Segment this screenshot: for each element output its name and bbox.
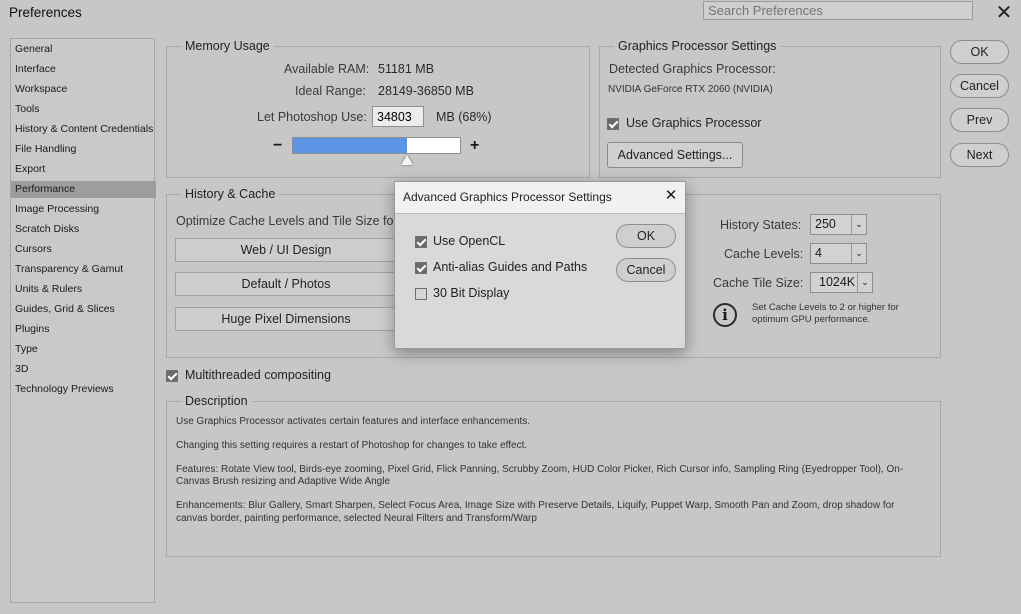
memory-slider-track[interactable]: [292, 137, 461, 154]
gpu-name: NVIDIA GeForce RTX 2060 (NVIDIA): [608, 84, 773, 95]
optimize-cache-label: Optimize Cache Levels and Tile Size for: [176, 214, 398, 228]
sidebar-item-workspace[interactable]: Workspace: [11, 81, 156, 98]
sidebar-item-interface[interactable]: Interface: [11, 61, 156, 78]
memory-slider-thumb[interactable]: [401, 155, 413, 165]
description-para-3b: Canvas Brush resizing and Adaptive Wide …: [176, 476, 391, 487]
category-sidebar: General Interface Workspace Tools Histor…: [10, 38, 156, 603]
close-icon[interactable]: ✕: [993, 2, 1015, 24]
memory-usage-title: Memory Usage: [181, 39, 274, 53]
cancel-button[interactable]: Cancel: [950, 74, 1009, 98]
anti-alias-guides-checkbox[interactable]: [415, 262, 427, 274]
sidebar-item-tools[interactable]: Tools: [11, 101, 156, 118]
next-button[interactable]: Next: [950, 143, 1009, 167]
use-opencl-checkbox[interactable]: [415, 236, 427, 248]
search-input[interactable]: [703, 1, 973, 20]
sidebar-item-units-rulers[interactable]: Units & Rulers: [11, 281, 156, 298]
sidebar-item-image-processing[interactable]: Image Processing: [11, 201, 156, 218]
available-ram-value: 51181 MB: [378, 62, 435, 76]
ideal-range-label: Ideal Range:: [295, 84, 366, 98]
cache-tile-size-dropdown[interactable]: 1024K ⌄: [810, 272, 873, 293]
description-para-2: Changing this setting requires a restart…: [176, 440, 528, 451]
web-ui-design-button[interactable]: Web / UI Design: [175, 238, 397, 262]
history-cache-title: History & Cache: [181, 187, 280, 201]
default-photos-button[interactable]: Default / Photos: [175, 272, 397, 296]
dialog-title: Advanced Graphics Processor Settings: [403, 190, 612, 204]
cache-info-line2: optimum GPU performance.: [752, 314, 871, 325]
multithreaded-compositing-label: Multithreaded compositing: [185, 368, 331, 382]
description-para-4b: canvas border, painting performance, sel…: [176, 513, 537, 524]
sidebar-item-export[interactable]: Export: [11, 161, 156, 178]
description-para-1: Use Graphics Processor activates certain…: [176, 416, 531, 427]
history-states-label: History States:: [720, 218, 802, 232]
advanced-settings-button[interactable]: Advanced Settings...: [607, 142, 743, 168]
thirty-bit-display-checkbox[interactable]: [415, 288, 427, 300]
use-opencl-label: Use OpenCL: [433, 234, 506, 248]
cache-tile-size-value: 1024K: [819, 275, 856, 289]
memory-slider-fill: [293, 138, 407, 153]
cache-levels-label: Cache Levels:: [724, 247, 804, 261]
dialog-close-icon[interactable]: ✕: [661, 186, 681, 206]
sidebar-item-3d[interactable]: 3D: [11, 361, 156, 378]
description-title: Description: [181, 394, 252, 408]
sidebar-item-technology-previews[interactable]: Technology Previews: [11, 381, 156, 398]
cache-levels-value: 4: [815, 246, 822, 260]
ok-button[interactable]: OK: [950, 40, 1009, 64]
chevron-down-icon: ⌄: [851, 244, 866, 263]
window-title: Preferences: [9, 5, 82, 20]
sidebar-item-scratch-disks[interactable]: Scratch Disks: [11, 221, 156, 238]
history-states-dropdown[interactable]: 250 ⌄: [810, 214, 867, 235]
sidebar-item-plugins[interactable]: Plugins: [11, 321, 156, 338]
dialog-cancel-button[interactable]: Cancel: [616, 258, 676, 282]
sidebar-item-general[interactable]: General: [11, 41, 156, 58]
detected-gpu-label: Detected Graphics Processor:: [609, 62, 776, 76]
sidebar-item-type[interactable]: Type: [11, 341, 156, 358]
description-para-4a: Enhancements: Blur Gallery, Smart Sharpe…: [176, 500, 895, 511]
use-gpu-label: Use Graphics Processor: [626, 116, 762, 130]
advanced-gpu-settings-dialog: Advanced Graphics Processor Settings ✕ U…: [394, 181, 686, 349]
info-icon: i: [713, 303, 737, 327]
huge-pixel-dimensions-button[interactable]: Huge Pixel Dimensions: [175, 307, 397, 331]
prev-button[interactable]: Prev: [950, 108, 1009, 132]
dialog-ok-button[interactable]: OK: [616, 224, 676, 248]
cache-tile-size-label: Cache Tile Size:: [713, 276, 804, 290]
memory-use-unit: MB (68%): [436, 110, 492, 124]
cache-info-line1: Set Cache Levels to 2 or higher for: [752, 302, 899, 313]
sidebar-item-cursors[interactable]: Cursors: [11, 241, 156, 258]
use-gpu-checkbox[interactable]: [607, 118, 619, 130]
chevron-down-icon: ⌄: [851, 215, 866, 234]
sidebar-item-history-content-credentials[interactable]: History & Content Credentials: [11, 121, 156, 138]
graphics-processor-title: Graphics Processor Settings: [614, 39, 781, 53]
available-ram-label: Available RAM:: [284, 62, 370, 76]
thirty-bit-display-label: 30 Bit Display: [433, 286, 510, 300]
chevron-down-icon: ⌄: [857, 273, 872, 292]
sidebar-item-file-handling[interactable]: File Handling: [11, 141, 156, 158]
multithreaded-compositing-checkbox[interactable]: [166, 370, 178, 382]
sidebar-item-performance[interactable]: Performance: [11, 181, 156, 198]
sidebar-item-transparency-gamut[interactable]: Transparency & Gamut: [11, 261, 156, 278]
photoshop-use-label: Let Photoshop Use:: [257, 110, 367, 124]
increase-memory-button[interactable]: +: [470, 137, 479, 155]
cache-levels-dropdown[interactable]: 4 ⌄: [810, 243, 867, 264]
sidebar-item-guides-grid-slices[interactable]: Guides, Grid & Slices: [11, 301, 156, 318]
history-states-value: 250: [815, 217, 836, 231]
description-para-3a: Features: Rotate View tool, Birds-eye zo…: [176, 464, 904, 475]
ideal-range-value: 28149-36850 MB: [378, 84, 474, 98]
memory-use-field[interactable]: [372, 106, 424, 127]
decrease-memory-button[interactable]: −: [273, 137, 282, 155]
anti-alias-guides-label: Anti-alias Guides and Paths: [433, 260, 588, 274]
